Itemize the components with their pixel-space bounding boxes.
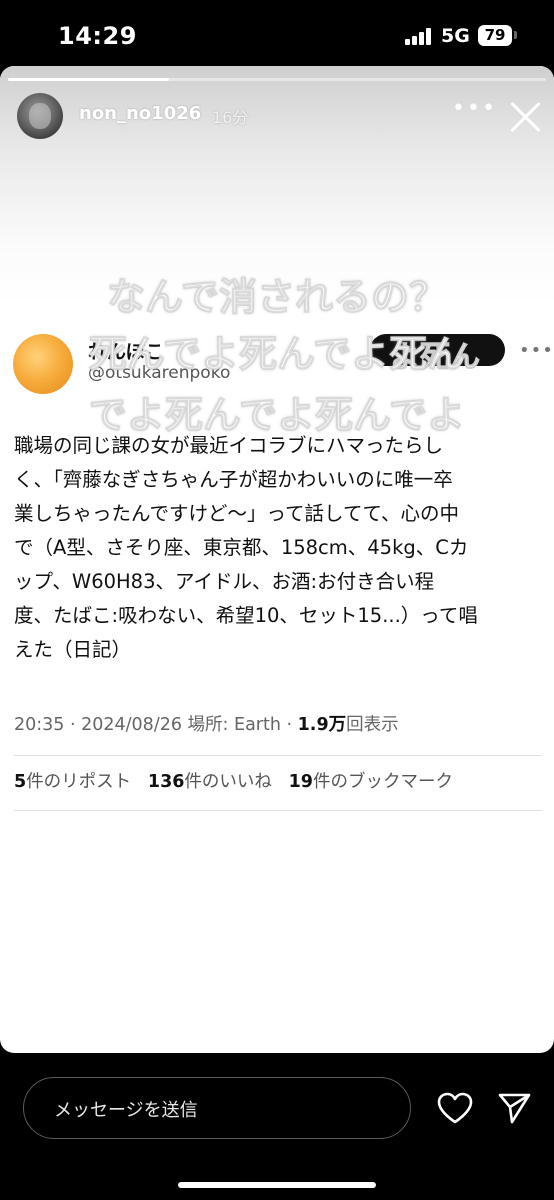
likes-label: 件のいいね xyxy=(184,772,272,792)
heart-icon[interactable] xyxy=(436,1091,474,1125)
likes-count: 136 xyxy=(147,772,185,792)
story-username[interactable]: non_no1026 xyxy=(79,103,201,124)
network-label: 5G xyxy=(441,25,470,47)
status-bar: 14:29 5G 79 xyxy=(0,0,554,70)
story-header: non_no1026 16分 ••• xyxy=(0,90,554,146)
tweet-views-count: 1.9万 xyxy=(297,715,347,735)
story-progress-track xyxy=(8,78,546,81)
reposts-label: 件のリポスト xyxy=(26,772,132,792)
tweet-body: 職場の同じ課の女が最近イコラブにハマったらし く、「齊藤なぎさちゃん子が超かわい… xyxy=(14,429,542,667)
story-overlay-text: 死んでよ死んでよ死ん xyxy=(88,332,466,377)
signal-icon xyxy=(405,27,435,45)
tweet-stats: 5件のリポスト 136件のいいね 19件のブックマーク xyxy=(14,768,453,793)
story-overlay-text: なんで消されるの？ xyxy=(106,275,448,320)
story-progress-fill xyxy=(8,78,170,81)
tweet-body-line: 業しちゃったんですけど〜」って話してて、心の中 xyxy=(14,502,459,525)
tweet-body-line: く、「齊藤なぎさちゃん子が超かわいいのに唯一卒 xyxy=(14,468,453,491)
divider xyxy=(14,755,542,756)
story-time-ago: 16分 xyxy=(212,108,249,127)
close-icon[interactable] xyxy=(508,98,544,134)
bookmarks-label: 件のブックマーク xyxy=(312,772,453,792)
more-icon[interactable]: ••• xyxy=(452,98,495,122)
story-frame[interactable]: non_no1026 16分 ••• れんぽこ @otsukarenpoko よ… xyxy=(0,66,554,1053)
tweet-meta: 20:35 · 2024/08/26 場所: Earth · 1.9万回表示 xyxy=(14,711,399,736)
message-input[interactable]: メッセージを送信 xyxy=(23,1077,411,1139)
message-placeholder: メッセージを送信 xyxy=(54,1100,198,1121)
tweet-body-line: ップ、W60H83、アイドル、お酒:お付き合い程 xyxy=(14,570,435,593)
story-overlay-text: でよ死んでよ死んでよ xyxy=(88,393,466,438)
battery-tip xyxy=(514,31,517,39)
avatar[interactable] xyxy=(17,93,63,139)
home-indicator xyxy=(178,1182,376,1188)
bookmarks-count: 19 xyxy=(288,772,313,792)
send-icon[interactable] xyxy=(496,1090,532,1126)
tweet-meta-prefix: 20:35 · 2024/08/26 場所: Earth · xyxy=(14,715,298,735)
status-time: 14:29 xyxy=(58,22,137,50)
tweet-body-line: えた（日記） xyxy=(14,638,132,661)
battery-icon: 79 xyxy=(478,25,512,46)
divider xyxy=(14,810,542,811)
tweet-body-line: で（A型、さそり座、東京都、158cm、45kg、Cカ xyxy=(14,536,469,559)
tweet-views-label: 回表示 xyxy=(346,715,399,735)
reposts-count: 5 xyxy=(14,772,27,792)
tweet-body-line: 度、たばこ:吸わない、希望10、セット15...）って唱 xyxy=(14,604,478,627)
